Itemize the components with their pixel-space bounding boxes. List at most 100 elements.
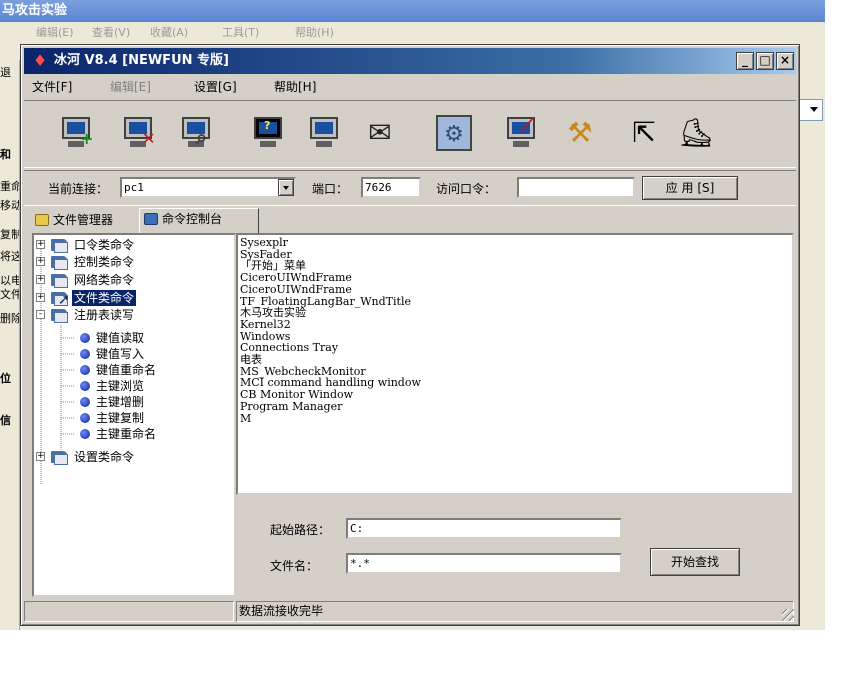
apply-button[interactable]: 应 用 [S] xyxy=(642,176,738,200)
bg-menu-edit[interactable]: 编辑(E) xyxy=(36,22,74,44)
tree-leaf-label: 主键增删 xyxy=(96,395,145,409)
bg-fragment: 退 xyxy=(0,66,11,79)
remote-tools-icon[interactable]: ⟋ xyxy=(499,111,543,155)
status-bar: 数据流接收完毕 xyxy=(24,601,796,623)
bg-menu-tools[interactable]: 工具(T) xyxy=(222,22,259,44)
arrow-glyph: ⇱ xyxy=(632,116,656,149)
tree-node-label: 文件类命令 xyxy=(72,290,137,306)
bg-fragment: 信 xyxy=(0,414,11,427)
command-tree[interactable]: + 口令类命令 + 控制类命令 + 网络类命令 + 文件类命令 ➚ - 注册表读… xyxy=(32,233,236,597)
bg-menu-favorites[interactable]: 收藏(A) xyxy=(150,22,188,44)
maximize-button[interactable]: □ xyxy=(756,52,774,70)
port-input[interactable]: 7626 xyxy=(361,177,421,198)
start-path-value: C: xyxy=(350,522,364,535)
list-item[interactable]: Program Manager xyxy=(240,401,792,413)
settings-gear-icon[interactable]: ⚙ xyxy=(432,111,476,155)
console-icon xyxy=(144,213,158,225)
access-password-input[interactable] xyxy=(517,177,635,198)
title-bar[interactable]: ♦ 冰河 V8.4 [NEWFUN 专版] _ □ × xyxy=(24,48,796,74)
chevron-down-icon[interactable] xyxy=(278,179,294,196)
list-item[interactable]: SysFader xyxy=(240,248,792,261)
tree-leaf-label: 主键复制 xyxy=(96,411,145,425)
bullet-icon xyxy=(80,397,90,407)
x-mark: ✕ xyxy=(142,129,156,148)
output-list[interactable]: Sysexplr SysFader 「开始」菜单 CiceroUIWndFram… xyxy=(236,233,794,495)
expand-icon[interactable]: + xyxy=(36,275,45,284)
start-path-label: 起始路径： xyxy=(270,523,331,537)
search-host-icon[interactable]: ⌕ xyxy=(174,111,218,155)
mailbox-icon[interactable]: ✉ xyxy=(358,111,402,155)
expand-icon[interactable]: + xyxy=(36,240,45,249)
close-button[interactable]: × xyxy=(776,52,794,70)
filename-label: 文件名： xyxy=(270,559,319,573)
tree-node-label: 注册表读写 xyxy=(74,308,135,322)
remove-host-icon[interactable]: ✕ xyxy=(116,111,160,155)
menu-help[interactable]: 帮助[H] xyxy=(274,76,316,98)
background-dropdown[interactable] xyxy=(797,99,823,121)
start-path-input[interactable]: C: xyxy=(346,518,622,539)
status-message: 数据流接收完毕 xyxy=(236,601,794,622)
menu-file[interactable]: 文件[F] xyxy=(32,76,72,98)
tree-node-label: 口令类命令 xyxy=(74,238,135,252)
wrench-mark: ⟋ xyxy=(521,115,534,136)
bullet-icon xyxy=(80,349,90,359)
bg-fragment: 重命 xyxy=(0,180,20,193)
list-item[interactable]: TF_FloatingLangBar_WndTitle xyxy=(240,295,792,308)
chevron-down-icon xyxy=(810,107,818,112)
list-item[interactable]: Kernel32 xyxy=(240,319,792,331)
expand-icon[interactable]: + xyxy=(36,452,45,461)
list-item[interactable]: Connections Tray xyxy=(240,342,792,354)
bg-fragment: 将这 xyxy=(0,250,20,263)
exit-boot-icon[interactable]: ⛸ xyxy=(674,111,718,155)
bg-menu-help[interactable]: 帮助(H) xyxy=(295,22,334,44)
menu-edit[interactable]: 编辑[E] xyxy=(110,76,151,98)
mouse-cursor-icon: ➚ xyxy=(58,292,70,308)
monitor-icon xyxy=(310,117,338,139)
gear-glyph: ⚙ xyxy=(436,115,472,151)
main-window: ♦ 冰河 V8.4 [NEWFUN 专版] _ □ × 文件[F] 编辑[E] … xyxy=(20,44,800,626)
folder-icon xyxy=(51,451,68,465)
menu-settings[interactable]: 设置[G] xyxy=(194,76,237,98)
tab-command-console[interactable]: 命令控制台 xyxy=(139,208,259,233)
connection-bar: 当前连接： pc1 端口： 7626 访问口令： 应 用 [S] xyxy=(24,170,796,206)
tree-leaf-label: 主键浏览 xyxy=(96,379,145,393)
access-password-label: 访问口令： xyxy=(436,182,497,196)
bg-menu-view[interactable]: 查看(V) xyxy=(92,22,130,44)
toolbar: + ✕ ⌕ ? ✉ ⚙ ⟋ ⚒ ⇱ ⛸ xyxy=(24,100,796,168)
list-item[interactable]: Sysexplr xyxy=(240,237,792,249)
bg-fragment: 删除 xyxy=(0,312,20,325)
current-connection-select[interactable]: pc1 xyxy=(120,177,296,198)
expand-icon[interactable]: + xyxy=(36,257,45,266)
add-host-icon[interactable]: + xyxy=(54,111,98,155)
tree-leaf-label: 键值写入 xyxy=(96,347,145,361)
tree-leaf-label: 主键重命名 xyxy=(96,427,157,441)
bg-fragment: 复制 xyxy=(0,228,20,241)
config-server-icon[interactable]: ⚒ xyxy=(558,111,602,155)
filename-input[interactable]: *.* xyxy=(346,553,622,574)
minimize-button[interactable]: _ xyxy=(736,52,754,70)
resize-grip-icon[interactable] xyxy=(782,609,794,621)
list-item[interactable]: 电表 xyxy=(240,354,792,366)
expand-icon[interactable]: + xyxy=(36,293,45,302)
background-window-title: 马攻击实验 xyxy=(0,0,825,22)
bullet-icon xyxy=(80,429,90,439)
return-arrow-icon[interactable]: ⇱ xyxy=(622,111,666,155)
list-item[interactable]: M xyxy=(240,412,792,425)
tab-file-manager[interactable]: 文件管理器 xyxy=(31,210,143,232)
screen-capture-icon[interactable]: ? xyxy=(246,111,290,155)
magnifier-icon: ⌕ xyxy=(196,125,208,149)
list-item[interactable]: CiceroUIWndFrame xyxy=(240,284,792,296)
hammer-glyph: ⚒ xyxy=(567,116,593,149)
list-item[interactable]: 木马攻击实验 xyxy=(240,307,792,319)
screen-control-icon[interactable] xyxy=(302,111,346,155)
current-connection-label: 当前连接： xyxy=(48,182,109,196)
bullet-icon xyxy=(80,365,90,375)
bg-fragment: 文件 xyxy=(0,288,20,301)
collapse-icon[interactable]: - xyxy=(36,310,45,319)
filename-value: *.* xyxy=(350,557,370,570)
monitor-base xyxy=(260,141,276,147)
folder-icon xyxy=(51,239,68,253)
tree-leaf-label: 键值读取 xyxy=(96,331,145,345)
start-search-button[interactable]: 开始查找 xyxy=(650,548,740,576)
bg-fragment: 和 xyxy=(0,148,11,161)
